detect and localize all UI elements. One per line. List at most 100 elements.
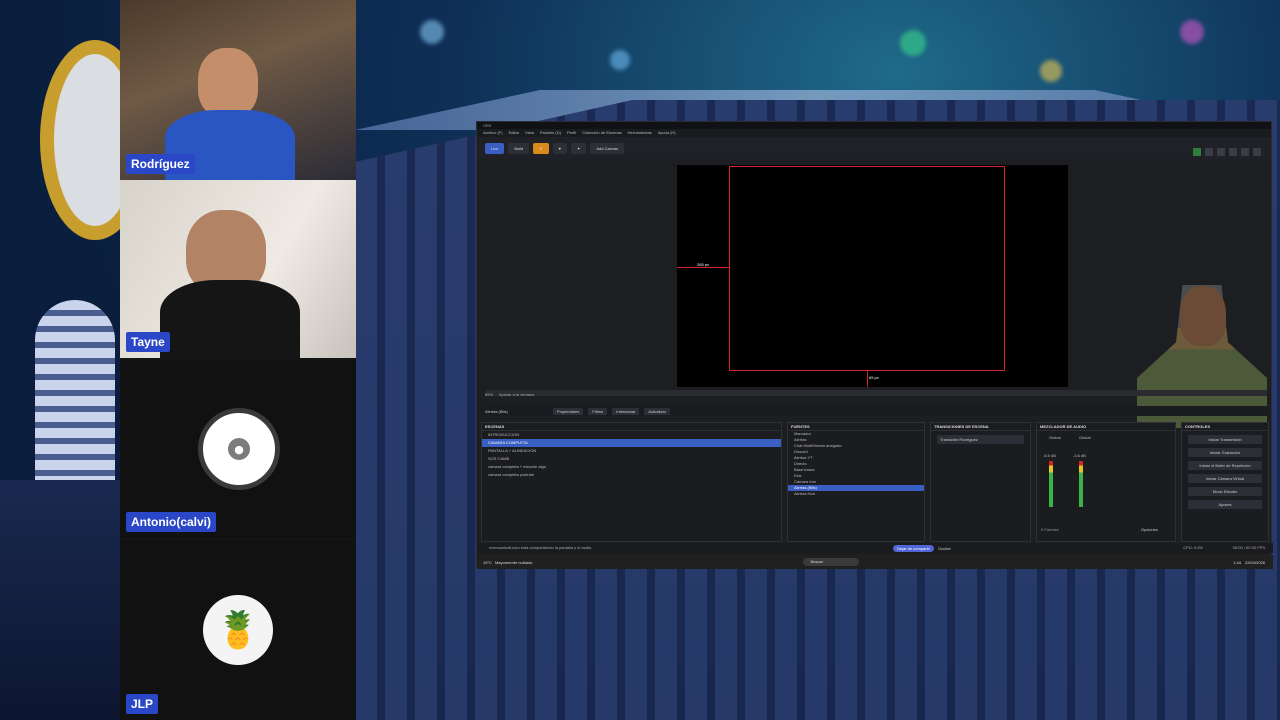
menu-item[interactable]: Paneles (D) <box>540 129 561 137</box>
share-bar: Dejar de compartir Ocultar <box>795 543 951 553</box>
participant-tile[interactable]: ● Antonio(calvi) <box>120 360 356 538</box>
participant-name: Tayne <box>126 332 170 352</box>
stop-sharing-button[interactable]: Dejar de compartir <box>893 544 934 552</box>
replay-buffer-button[interactable]: Iniciar el Búfer de Repetición <box>1188 461 1262 470</box>
heart-icon[interactable]: ♥ <box>552 142 567 154</box>
transition-select[interactable]: Transición Rodríguez <box>937 435 1024 444</box>
participant-name: JLP <box>126 694 159 714</box>
participants-panel: Rodríguez Tayne ● Antonio(calvi) 🍍 JLP <box>120 0 356 720</box>
bokeh-light <box>1040 60 1062 82</box>
sources-dock: FUENTES Marcador Alertas Chat MultiStrea… <box>787 422 925 542</box>
refresh-button[interactable]: Actualizar <box>644 407 670 415</box>
start-streaming-button[interactable]: Iniciar Transmisión <box>1188 435 1262 444</box>
dock-title: FUENTES <box>788 423 924 431</box>
canvas-preview[interactable]: 265 px 65 px <box>677 165 1267 428</box>
menu-item[interactable]: Ayuda (H) <box>658 129 676 137</box>
grid-icon[interactable] <box>1229 148 1237 156</box>
bokeh-light <box>610 50 630 70</box>
scene-item[interactable]: PANTALLA + ALINEACION <box>482 447 781 455</box>
avatar: ● <box>198 408 280 490</box>
preview-scrollbar[interactable] <box>485 390 1267 396</box>
participant-tile[interactable]: 🍍 JLP <box>120 540 356 720</box>
bokeh-light <box>1180 20 1204 44</box>
source-item[interactable]: Alertas Kick <box>788 491 924 497</box>
layout-icon[interactable] <box>1241 148 1249 156</box>
fps-counter: 00:00 / 60.00 FPS <box>1232 545 1265 550</box>
participant-name: Rodríguez <box>126 154 195 174</box>
build-button[interactable]: Build <box>508 142 530 154</box>
settings-icon[interactable] <box>1217 148 1225 156</box>
weather-temp[interactable]: 19°C <box>477 560 492 565</box>
menu-item[interactable]: Herramientas <box>628 129 652 137</box>
person-face <box>198 48 258 118</box>
taskbar: 19°C Mayormente nublado Buscar 1:44 22/0… <box>477 555 1273 569</box>
dock-title: MEZCLADOR DE AUDIO <box>1037 423 1175 431</box>
channel-label: Global <box>1079 435 1091 440</box>
scene-item[interactable]: CAMARA COMPLETA <box>482 439 781 447</box>
cpu-usage: CPU: 0.9% <box>1183 545 1203 550</box>
channel-label: Global <box>1049 435 1061 440</box>
selected-source-label: Alertas (Bits) <box>485 408 508 414</box>
clock-time: 1:44 <box>1233 559 1241 565</box>
window-titlebar: OBS <box>477 122 1271 129</box>
source-properties-row: Alertas (Bits) Propiedades Filtros Inter… <box>481 406 1269 416</box>
zoom-controls: 85% Ajustar a la ventana <box>485 392 534 397</box>
selection-box[interactable] <box>729 166 1005 371</box>
menu-item[interactable]: Editar <box>509 129 519 137</box>
person-icon: ● <box>228 438 250 460</box>
scene-item[interactable]: INTRODUCCION <box>482 431 781 439</box>
weather-desc: Mayormente nublado <box>494 559 533 565</box>
gear-icon[interactable]: ✦ <box>570 142 587 154</box>
menu-item[interactable]: Perfil <box>567 129 576 137</box>
scene-item[interactable]: SOS CAMB <box>482 455 781 463</box>
menu-item[interactable]: Vista <box>525 129 534 137</box>
status-icon[interactable] <box>1193 148 1201 156</box>
dock-title: TRANSICIONES DE ESCENA <box>931 423 1030 431</box>
live-button[interactable]: Live <box>485 142 505 154</box>
stadium-tower <box>35 300 115 500</box>
transitions-dock: TRANSICIONES DE ESCENA Transición Rodríg… <box>930 422 1031 542</box>
search-input[interactable]: Buscar <box>802 558 859 566</box>
scene-item[interactable]: camara completa youtube <box>482 471 781 479</box>
figure-face <box>1180 286 1226 346</box>
guide-line <box>867 371 868 387</box>
gear-icon[interactable] <box>1253 148 1261 156</box>
participant-name: Antonio(calvi) <box>126 512 216 532</box>
menu-bar: Archivo (F) Editar Vista Paneles (D) Per… <box>477 129 1271 137</box>
studio-mode-button[interactable]: Modo Estudio <box>1188 487 1262 496</box>
volume-meter <box>1079 461 1083 507</box>
bottom-distance-label: 65 px <box>869 375 879 380</box>
scenes-dock: ESCENAS INTRODUCCION CAMARA COMPLETA PAN… <box>481 422 782 542</box>
clock-date: 22/04/2026 <box>1244 559 1265 565</box>
audio-mixer-dock: MEZCLADOR DE AUDIO Global Global -6.5 dB… <box>1036 422 1176 542</box>
filters-button[interactable]: Filtros <box>588 407 608 415</box>
bokeh-light <box>420 20 444 44</box>
scene-item[interactable]: camara completa + estuche algo <box>482 463 781 471</box>
share-notice: riversurekatt.com está compartiendo la p… <box>489 545 593 550</box>
pineapple-avatar: 🍍 <box>203 595 273 665</box>
fit-window[interactable]: Ajustar a la ventana <box>499 392 534 397</box>
menu-item[interactable]: Archivo (F) <box>483 129 503 137</box>
controls-dock: CONTROLES Iniciar Transmisión Iniciar Gr… <box>1181 422 1269 542</box>
volume-meter <box>1049 461 1053 507</box>
settings-button[interactable]: Ajustes <box>1188 500 1262 509</box>
options-button[interactable]: Opciones <box>1141 527 1158 532</box>
hide-button[interactable]: Ocultar <box>938 546 951 551</box>
properties-button[interactable]: Propiedades <box>552 407 584 415</box>
interact-button[interactable]: Interactuar <box>612 407 640 415</box>
add-canvas-button[interactable]: Add Canvas <box>590 142 625 154</box>
person-shirt <box>160 280 300 358</box>
zoom-level[interactable]: 85% <box>485 392 493 397</box>
participant-tile[interactable]: Tayne <box>120 180 356 358</box>
toolbar-right-icons <box>1193 148 1261 156</box>
virtual-camera-button[interactable]: Iniciar Cámara Virtual <box>1188 474 1262 483</box>
left-distance-label: 265 px <box>697 262 710 267</box>
tool-icon[interactable]: ✕ <box>533 142 549 154</box>
guide-line <box>677 267 729 268</box>
start-recording-button[interactable]: Iniciar Grabación <box>1188 448 1262 457</box>
dock-title: ESCENAS <box>482 423 781 431</box>
bokeh-light <box>900 30 926 56</box>
participant-tile[interactable]: Rodríguez <box>120 0 356 180</box>
menu-item[interactable]: Colección de Escenas <box>582 129 622 137</box>
record-icon[interactable] <box>1205 148 1213 156</box>
